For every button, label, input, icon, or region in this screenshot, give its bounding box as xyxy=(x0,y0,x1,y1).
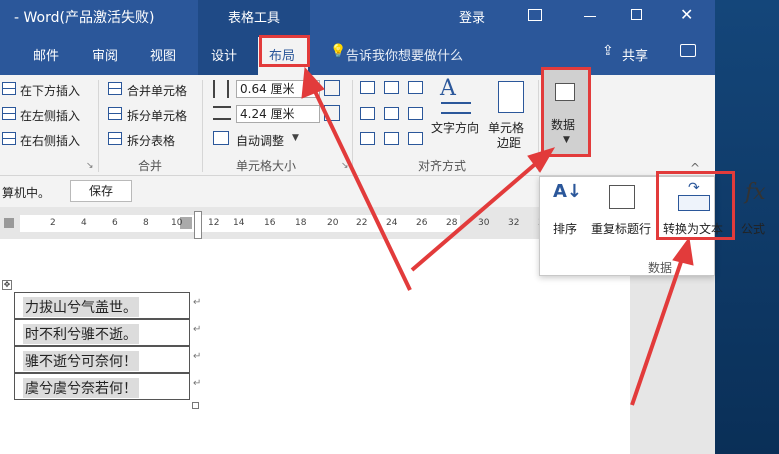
arrow-head xyxy=(301,66,325,99)
arrow-to-layout-tab xyxy=(310,84,412,291)
arrow-head xyxy=(672,236,694,266)
arrow-to-data-button xyxy=(410,158,542,272)
arrow-to-convert-to-text xyxy=(630,255,685,406)
annotation-arrows xyxy=(301,66,694,406)
